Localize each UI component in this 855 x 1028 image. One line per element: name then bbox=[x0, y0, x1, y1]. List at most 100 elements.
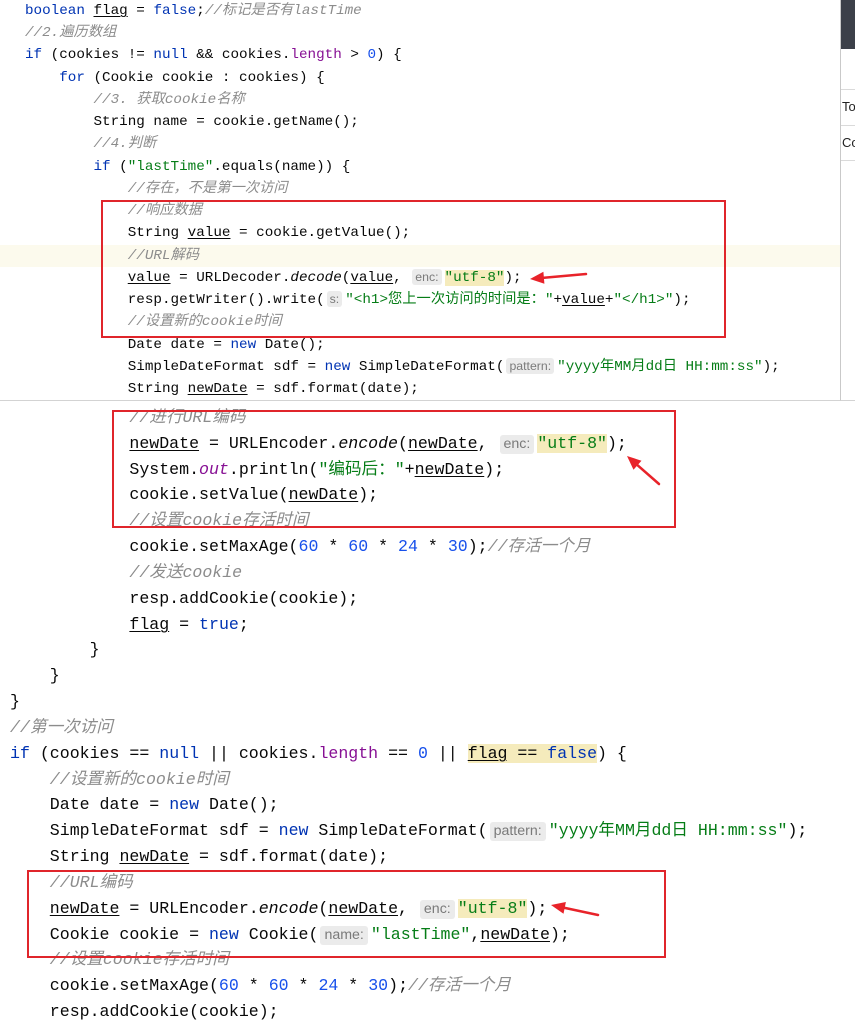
code-token: + bbox=[553, 292, 563, 309]
code-token: 60 bbox=[218, 976, 239, 996]
top-code-lines[interactable]: boolean flag = false;//标记是否有lastTime //2.… bbox=[0, 0, 840, 400]
code-line[interactable]: //进行URL编码 bbox=[0, 405, 855, 431]
code-token: //进行URL编码 bbox=[129, 408, 246, 427]
code-line[interactable]: //设置新的cookie时间 bbox=[0, 767, 855, 793]
bottom-code-editor[interactable]: //进行URL编码 newDate = URLEncoder.encode(ne… bbox=[0, 401, 855, 1028]
code-token: resp.addCookie(cookie); bbox=[10, 588, 359, 608]
code-line[interactable]: cookie.setMaxAge(60 * 60 * 24 * 30);//存活… bbox=[0, 534, 855, 560]
code-line[interactable]: resp.addCookie(cookie); bbox=[0, 586, 855, 612]
code-token: encode bbox=[338, 433, 399, 453]
parameter-name-hint: enc: bbox=[412, 268, 442, 285]
code-token: //设置新的cookie时间 bbox=[49, 769, 229, 789]
code-token: ); bbox=[358, 485, 379, 505]
code-line[interactable]: //URL编码 bbox=[0, 870, 855, 896]
code-line[interactable]: //设置cookie存活时间 bbox=[0, 947, 855, 973]
code-line[interactable]: cookie.setMaxAge(60 * 60 * 24 * 30);//存活… bbox=[0, 973, 855, 999]
code-token: true bbox=[199, 614, 239, 634]
code-token: null bbox=[153, 47, 188, 64]
code-line[interactable]: //4.判断 bbox=[0, 133, 840, 155]
code-token: Date(); bbox=[256, 336, 325, 353]
code-line[interactable]: resp.getWriter().write(s: "<h1>您上一次访问的时间是… bbox=[0, 289, 840, 311]
code-token: //设置cookie存活时间 bbox=[129, 511, 309, 531]
code-token: false bbox=[547, 743, 598, 763]
code-token: ( bbox=[318, 898, 329, 918]
code-token: * bbox=[318, 537, 349, 557]
code-line[interactable]: System.out.println("编码后："+newDate); bbox=[0, 457, 855, 483]
code-line[interactable]: newDate = URLEncoder.encode(newDate, enc… bbox=[0, 431, 855, 457]
code-line[interactable]: newDate = URLEncoder.encode(newDate, enc… bbox=[0, 896, 855, 922]
code-line[interactable]: if (cookies == null || cookies.length ==… bbox=[0, 741, 855, 767]
code-token: if bbox=[10, 743, 30, 763]
code-token: newDate bbox=[288, 485, 359, 505]
code-line[interactable]: //第一次访问 bbox=[0, 715, 855, 741]
code-token: ; bbox=[238, 614, 249, 634]
code-token: ( bbox=[398, 433, 408, 453]
code-line[interactable]: boolean flag = false;//标记是否有lastTime bbox=[0, 0, 840, 22]
code-line[interactable]: cookie.setValue(newDate); bbox=[0, 482, 855, 508]
adjacent-list-item-label: Co bbox=[842, 135, 855, 150]
code-line[interactable]: SimpleDateFormat sdf = new SimpleDateFor… bbox=[0, 818, 855, 844]
top-code-editor[interactable]: boolean flag = false;//标记是否有lastTime //2.… bbox=[0, 0, 841, 401]
code-line[interactable]: String value = cookie.getValue(); bbox=[0, 222, 840, 244]
code-line[interactable]: Date date = new Date(); bbox=[0, 792, 855, 818]
parameter-name-hint: enc: bbox=[499, 434, 535, 454]
code-line[interactable]: if (cookies != null && cookies.length > … bbox=[0, 44, 840, 66]
code-line[interactable]: //2.遍历数组 bbox=[0, 22, 840, 44]
code-line[interactable]: for (Cookie cookie : cookies) { bbox=[0, 67, 840, 89]
code-line[interactable]: resp.addCookie(cookie); bbox=[0, 999, 855, 1025]
adjacent-list-item[interactable]: To bbox=[841, 89, 855, 125]
bottom-code-lines[interactable]: //进行URL编码 newDate = URLEncoder.encode(ne… bbox=[0, 401, 855, 1025]
code-token: .println( bbox=[228, 459, 319, 479]
code-token: newDate bbox=[49, 898, 120, 918]
code-token: //设置新的cookie时间 bbox=[127, 314, 282, 331]
code-token: 0 bbox=[367, 47, 377, 64]
code-token: boolean bbox=[25, 3, 85, 19]
code-line[interactable]: //发送cookie bbox=[0, 560, 855, 586]
code-token: SimpleDateFormat( bbox=[308, 821, 488, 841]
code-line[interactable]: String name = cookie.getName(); bbox=[0, 111, 840, 133]
code-token: = URLEncoder. bbox=[119, 898, 259, 918]
code-token: "lastTime" bbox=[370, 924, 471, 944]
code-line[interactable]: //响应数据 bbox=[0, 200, 840, 222]
code-token: = sdf.format(date); bbox=[189, 847, 389, 867]
code-token: ); bbox=[388, 976, 409, 996]
code-line[interactable]: flag = true; bbox=[0, 612, 855, 638]
code-line[interactable]: } bbox=[0, 637, 855, 663]
code-line[interactable]: value = URLDecoder.decode(value, enc: "ut… bbox=[0, 267, 840, 289]
code-line[interactable]: if ("lastTime".equals(name)) { bbox=[0, 156, 840, 178]
code-token: , bbox=[470, 924, 481, 944]
code-token: String bbox=[10, 847, 120, 867]
code-token: if bbox=[93, 158, 111, 175]
code-line[interactable]: //设置新的cookie时间 bbox=[0, 311, 840, 333]
code-line[interactable]: } bbox=[0, 689, 855, 715]
code-line[interactable]: Date date = new Date(); bbox=[0, 334, 840, 356]
code-token: "<h1>您上一次访问的时间是：" bbox=[345, 292, 554, 309]
code-token: //发送cookie bbox=[129, 562, 243, 582]
code-token: "utf-8" bbox=[457, 898, 528, 918]
code-token: 60 bbox=[298, 537, 319, 557]
code-line[interactable]: //设置cookie存活时间 bbox=[0, 508, 855, 534]
code-line[interactable]: String newDate = sdf.format(date); bbox=[0, 844, 855, 870]
code-line[interactable]: //存在，不是第一次访问 bbox=[0, 178, 840, 200]
code-token: = bbox=[127, 3, 154, 19]
code-token: Cookie cookie = bbox=[10, 924, 209, 944]
code-line[interactable]: //3. 获取cookie名称 bbox=[0, 89, 840, 111]
code-token: String name = cookie.getName(); bbox=[25, 114, 359, 131]
code-token: * bbox=[338, 976, 369, 996]
code-token: newDate bbox=[328, 898, 399, 918]
code-line[interactable]: SimpleDateFormat sdf = new SimpleDateFor… bbox=[0, 356, 840, 378]
adjacent-list-item[interactable]: Co bbox=[841, 125, 855, 161]
code-line-caret[interactable]: //URL解码 bbox=[0, 244, 840, 267]
code-line[interactable]: String newDate = sdf.format(date); bbox=[0, 378, 840, 400]
code-token: } bbox=[10, 640, 100, 660]
code-line[interactable]: } bbox=[0, 663, 855, 689]
code-line[interactable]: Cookie cookie = new Cookie(name: "lastTim… bbox=[0, 922, 855, 948]
code-token: new bbox=[278, 821, 309, 841]
